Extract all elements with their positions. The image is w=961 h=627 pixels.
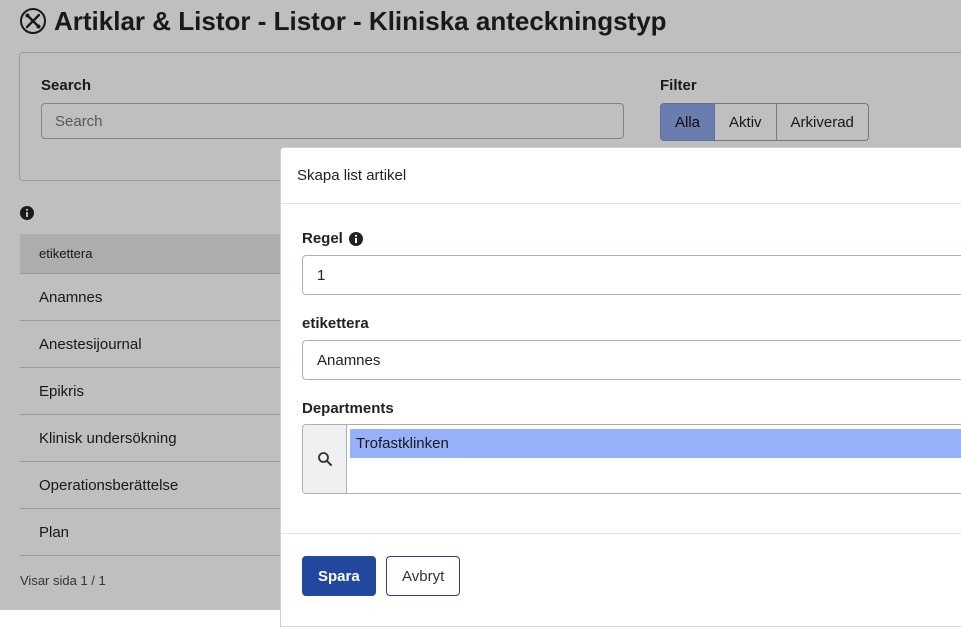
departments-list: Trofastklinken: [347, 425, 961, 493]
modal-footer: Spara Avbryt: [281, 533, 961, 624]
search-icon[interactable]: [303, 425, 347, 493]
rule-label-text: Regel: [302, 230, 343, 247]
label-input[interactable]: [302, 340, 961, 380]
cancel-button[interactable]: Avbryt: [386, 556, 461, 596]
modal-title: Skapa list artikel: [281, 148, 961, 204]
departments-label: Departments: [302, 400, 394, 417]
rule-input[interactable]: [302, 255, 961, 295]
department-option-selected[interactable]: Trofastklinken: [350, 429, 961, 458]
departments-select[interactable]: Trofastklinken: [302, 424, 961, 494]
rule-label: Regel: [302, 230, 363, 247]
label-field-label: etikettera: [302, 315, 369, 332]
info-icon[interactable]: [348, 231, 363, 246]
save-button[interactable]: Spara: [302, 556, 376, 596]
create-list-item-modal: Skapa list artikel Regel etikettera Depa…: [280, 147, 961, 627]
